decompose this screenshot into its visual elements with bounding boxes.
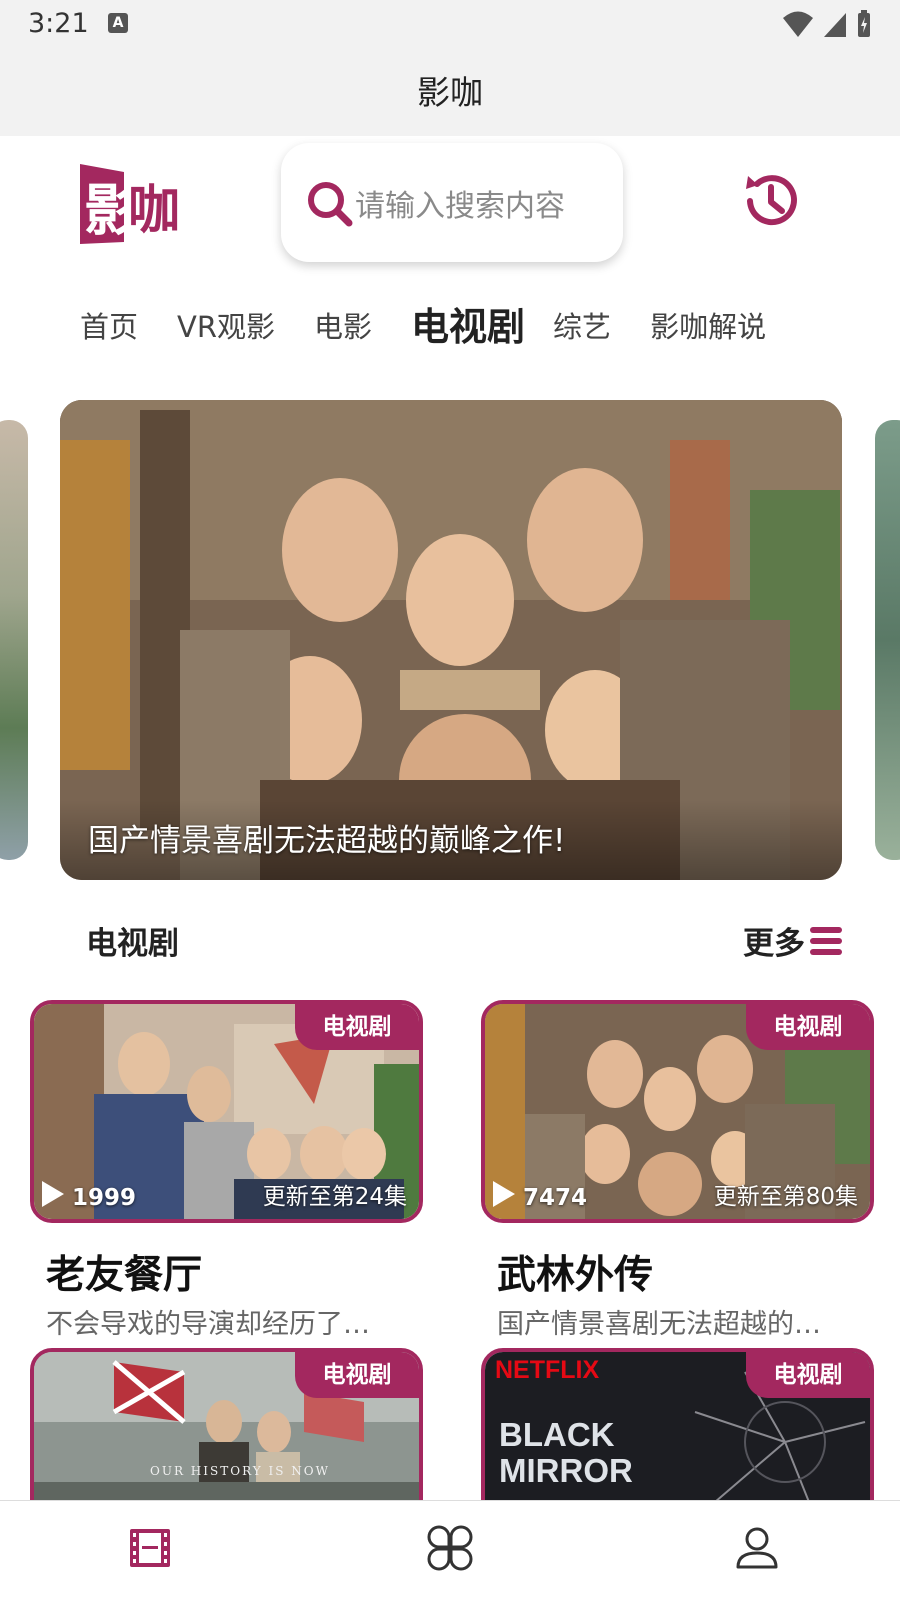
tab-home[interactable]: 首页 — [80, 300, 138, 354]
more-button[interactable]: 更多 — [743, 918, 843, 963]
poster-title-line1: BLACK — [499, 1416, 615, 1453]
banner-slide[interactable]: 国产情景喜剧无法超越的巅峰之作! — [60, 400, 842, 880]
bottom-navigation — [0, 1500, 900, 1600]
category-badge: 电视剧 — [746, 1352, 870, 1398]
tab-commentary[interactable]: 影咖解说 — [650, 300, 766, 354]
play-icon — [493, 1181, 515, 1207]
tab-vr[interactable]: VR观影 — [177, 300, 275, 354]
svg-text:咖: 咖 — [128, 182, 180, 240]
category-badge: 电视剧 — [295, 1352, 419, 1398]
category-badge: 电视剧 — [295, 1004, 419, 1050]
search-icon — [308, 181, 353, 226]
tab-movie[interactable]: 电影 — [314, 300, 372, 354]
category-tabs: 首页 VR观影 电影 电视剧 综艺 影咖解说 — [80, 298, 805, 354]
battery-icon — [858, 10, 870, 37]
film-icon[interactable] — [127, 1525, 173, 1571]
card-title[interactable]: 老友餐厅 — [46, 1244, 202, 1300]
more-label: 更多 — [743, 926, 805, 962]
notification-icon: A — [108, 13, 128, 33]
banner-prev-slide[interactable] — [0, 420, 28, 860]
view-count: 1999 — [72, 1185, 137, 1211]
drama-card[interactable]: 电视剧 1999 更新至第24集 — [30, 1000, 423, 1223]
banner-caption: 国产情景喜剧无法超越的巅峰之作! — [88, 823, 566, 859]
tab-variety[interactable]: 综艺 — [553, 300, 611, 354]
play-icon — [42, 1181, 64, 1207]
app-bar-title: 影咖 — [417, 73, 483, 112]
drama-card[interactable]: 电视剧 7474 更新至第80集 — [481, 1000, 874, 1223]
signal-icon — [824, 13, 846, 37]
poster-title-line2: MIRROR — [499, 1452, 633, 1489]
episode-update: 更新至第80集 — [713, 1184, 858, 1210]
search-input[interactable]: 请输入搜索内容 — [281, 143, 623, 262]
app-bar: 影咖 — [0, 50, 900, 136]
status-bar: 3:21 A — [0, 0, 900, 50]
card-description: 不会导戏的导演却经历了… — [46, 1309, 370, 1340]
card-thumbnail: 电视剧 7474 更新至第80集 — [485, 1004, 870, 1219]
episode-update: 更新至第24集 — [262, 1184, 407, 1210]
category-badge: 电视剧 — [746, 1004, 870, 1050]
status-icons — [782, 9, 872, 39]
poster-brand: NETFLIX — [495, 1356, 600, 1384]
tab-tv-series[interactable]: 电视剧 — [411, 300, 525, 354]
wifi-icon — [783, 11, 813, 37]
user-icon[interactable] — [734, 1525, 780, 1571]
card-thumbnail: 电视剧 1999 更新至第24集 — [34, 1004, 419, 1219]
status-time: 3:21 — [28, 8, 89, 39]
poster-tagline: OUR HISTORY IS NOW — [150, 1464, 330, 1478]
search-placeholder: 请输入搜索内容 — [355, 188, 565, 224]
banner-next-slide[interactable] — [875, 420, 900, 860]
menu-icon — [810, 926, 842, 955]
section-title: 电视剧 — [86, 926, 179, 962]
view-count: 7474 — [523, 1185, 588, 1211]
history-icon[interactable] — [738, 168, 804, 234]
grid-icon[interactable] — [427, 1525, 473, 1571]
card-title[interactable]: 武林外传 — [497, 1244, 653, 1300]
app-logo[interactable]: 影 咖 — [78, 160, 188, 246]
card-description: 国产情景喜剧无法超越的… — [497, 1309, 821, 1340]
